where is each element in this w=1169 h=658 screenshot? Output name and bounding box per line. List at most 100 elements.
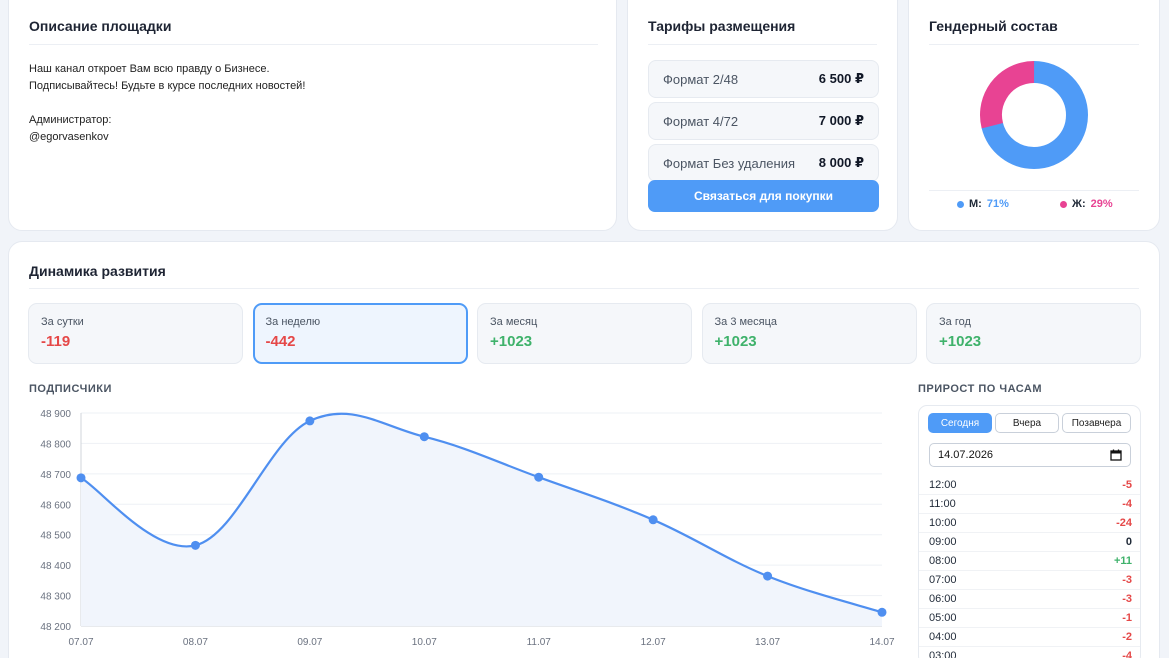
legend-male: М: 71% (957, 198, 1009, 210)
female-value: 29% (1090, 198, 1113, 210)
gender-donut-chart (980, 60, 1088, 169)
period-value: +1023 (714, 333, 757, 350)
hour-value: +11 (1113, 555, 1132, 567)
hourly-list: 12:00 -5 11:00 -4 10:00 -24 09:00 0 08:00 +11 07:0… (919, 476, 1140, 658)
period-stat-card[interactable]: За год +1023 (926, 303, 1141, 364)
hour-row: 07:00 -3 (919, 571, 1140, 590)
date-value: 14.07.2026 (938, 449, 994, 461)
male-label: М: (969, 198, 982, 210)
hour-value: -1 (1122, 612, 1132, 624)
hour-row: 11:00 -4 (919, 495, 1140, 514)
period-label: За сутки (41, 316, 84, 328)
calendar-icon[interactable] (1110, 449, 1122, 461)
hour-row: 04:00 -2 (919, 628, 1140, 647)
data-point (648, 515, 658, 525)
data-point (877, 607, 887, 617)
tariff-price: 8 000 ₽ (818, 155, 864, 170)
hour-label: 12:00 (929, 479, 957, 491)
period-value: -442 (265, 333, 296, 350)
subscribers-line-chart: 48 200 48 300 48 400 48 500 48 600 48 700 48 8… (40, 409, 895, 648)
female-dot-icon (1060, 200, 1067, 208)
y-tick-label: 48 400 (40, 561, 71, 572)
today-button[interactable]: Сегодня (928, 413, 992, 433)
divider (29, 288, 1139, 289)
period-stat-card[interactable]: За неделю -442 (252, 303, 468, 364)
description-line-1: Наш канал откроет Вам всю правду о Бизне… (29, 63, 270, 75)
hour-value: -2 (1122, 631, 1132, 643)
tariff-name: Формат Без удаления (663, 155, 796, 171)
x-tick-label: 07.07 (68, 637, 93, 648)
yesterday-button[interactable]: Вчера (995, 413, 1059, 433)
hourly-growth-label: ПРИРОСТ ПО ЧАСАМ (918, 383, 1043, 395)
y-tick-label: 48 500 (40, 531, 71, 542)
y-tick-label: 48 800 (40, 439, 71, 450)
hour-row: 05:00 -1 (919, 609, 1140, 628)
gender-title: Гендерный состав (929, 18, 1058, 34)
hour-value: -3 (1122, 574, 1132, 586)
tariff-name: Формат 4/72 (663, 113, 739, 129)
hour-row: 06:00 -3 (919, 590, 1140, 609)
hour-value: -24 (1116, 517, 1132, 529)
y-tick-label: 48 300 (40, 592, 71, 603)
hour-label: 04:00 (929, 631, 957, 643)
hour-row: 08:00 +11 (919, 552, 1140, 571)
hour-value: -4 (1122, 498, 1132, 510)
hour-value: -5 (1122, 479, 1132, 491)
dynamics-card: Динамика развития За сутки -119 За неделю -… (8, 241, 1160, 658)
period-stat-card[interactable]: За 3 месяца +1023 (701, 303, 917, 364)
data-point (305, 416, 315, 426)
description-card: Описание площадки Наш канал откроет Вам … (8, 0, 617, 231)
x-tick-label: 13.07 (755, 637, 780, 648)
contact-to-buy-button[interactable]: Связаться для покупки (648, 180, 879, 212)
gender-card: Гендерный состав М: 71% Ж: 29% (908, 0, 1160, 231)
hour-value: -3 (1122, 593, 1132, 605)
day-before-yesterday-button[interactable]: Позавчера (1062, 413, 1131, 433)
period-label: За месяц (490, 316, 538, 328)
data-point (419, 432, 429, 442)
hour-row: 03:00 -4 (919, 647, 1140, 658)
subscribers-label: ПОДПИСЧИКИ (29, 383, 112, 395)
male-dot-icon (957, 200, 964, 208)
period-label: За 3 месяца (714, 316, 778, 328)
hour-value: 0 (1125, 536, 1132, 548)
y-tick-label: 48 700 (40, 470, 71, 481)
hour-row: 09:00 0 (919, 533, 1140, 552)
x-tick-label: 10.07 (412, 637, 437, 648)
admin-handle[interactable]: @egorvasenkov (29, 129, 305, 146)
female-label: Ж: (1072, 198, 1086, 210)
y-tick-label: 48 900 (40, 409, 71, 420)
legend-female: Ж: 29% (1060, 198, 1113, 210)
hourly-growth-panel: Сегодня Вчера Позавчера 14.07.2026 12:00… (918, 405, 1141, 658)
hour-row: 10:00 -24 (919, 514, 1140, 533)
date-input[interactable]: 14.07.2026 (929, 443, 1131, 467)
hour-label: 07:00 (929, 574, 957, 586)
period-value: -119 (41, 333, 71, 350)
dynamics-title: Динамика развития (29, 263, 166, 279)
hour-row: 12:00 -5 (919, 476, 1140, 495)
hour-label: 09:00 (929, 536, 957, 548)
hour-label: 11:00 (929, 498, 956, 510)
series-area (81, 413, 882, 626)
hour-label: 08:00 (929, 555, 957, 567)
hour-label: 03:00 (929, 650, 957, 658)
tariffs-title: Тарифы размещения (648, 18, 796, 34)
divider (29, 44, 598, 45)
tariff-item: Формат 4/72 7 000 ₽ (648, 102, 879, 140)
data-point (76, 473, 86, 483)
x-tick-label: 08.07 (183, 637, 208, 648)
admin-label: Администратор: (29, 114, 112, 126)
hour-label: 05:00 (929, 612, 957, 624)
data-point (763, 571, 773, 581)
tariff-item: Формат Без удаления 8 000 ₽ (648, 144, 879, 182)
divider (929, 190, 1139, 191)
tariff-item: Формат 2/48 6 500 ₽ (648, 60, 879, 98)
period-stat-card[interactable]: За месяц +1023 (477, 303, 692, 364)
x-tick-label: 11.07 (527, 637, 552, 648)
divider (929, 44, 1139, 45)
period-stat-card[interactable]: За сутки -119 (28, 303, 243, 364)
y-tick-label: 48 200 (40, 622, 71, 633)
tariff-price: 6 500 ₽ (818, 71, 864, 86)
data-point (190, 540, 200, 550)
tariff-price: 7 000 ₽ (818, 113, 864, 128)
hour-value: -4 (1122, 650, 1132, 658)
